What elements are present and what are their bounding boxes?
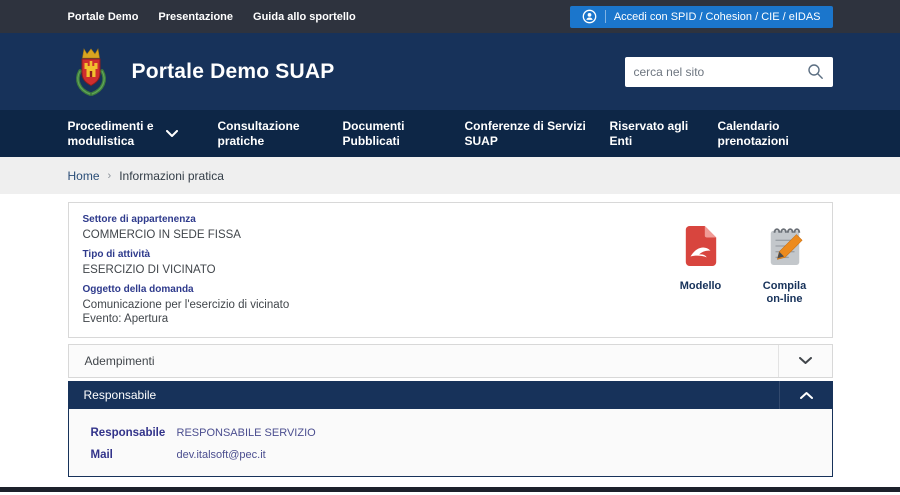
top-utility-bar: Portale Demo Presentazione Guida allo sp…: [0, 0, 900, 33]
topbar-link-guida-allo-sportello[interactable]: Guida allo sportello: [253, 11, 356, 23]
field-label: Tipo di attività: [83, 249, 672, 261]
nav-label: prenotazioni: [718, 134, 789, 149]
detail-value: RESPONSABILE SERVIZIO: [177, 427, 316, 439]
nav-label: Documenti: [343, 119, 405, 134]
modello-label: Modello: [680, 280, 722, 293]
accordion-group: Adempimenti Responsabile Responsabile RE…: [68, 344, 833, 477]
accordion-adempimenti-header[interactable]: Adempimenti: [68, 344, 833, 378]
topbar-link-portale-demo[interactable]: Portale Demo: [68, 11, 139, 23]
button-divider: [605, 10, 606, 23]
field-oggetto-domanda: Oggetto della domanda Comunicazione per …: [83, 284, 672, 326]
field-value: Evento: Apertura: [83, 312, 672, 326]
accordion-responsabile-header[interactable]: Responsabile: [68, 381, 833, 409]
compila-online-button[interactable]: Compila on-line: [756, 224, 814, 306]
topbar-link-presentazione[interactable]: Presentazione: [158, 11, 233, 23]
breadcrumb-bar: Home › Informazioni pratica: [0, 157, 900, 194]
main-navigation: Procedimenti emodulistica Consultazionep…: [0, 110, 900, 157]
accordion-title: Adempimenti: [69, 354, 778, 368]
chevron-down-icon[interactable]: [778, 345, 832, 377]
responsabile-row: Responsabile RESPONSABILE SERVIZIO: [69, 422, 832, 444]
field-settore: Settore di appartenenza COMMERCIO IN SED…: [83, 214, 672, 242]
nav-label: SUAP: [465, 134, 586, 149]
field-value: ESERCIZIO DI VICINATO: [83, 263, 672, 277]
spid-login-label: Accedi con SPID / Cohesion / CIE / eIDAS: [614, 11, 821, 23]
notepad-pencil-icon: [766, 224, 804, 273]
chevron-down-icon: [166, 130, 178, 138]
breadcrumb-home-link[interactable]: Home: [68, 169, 100, 183]
practice-actions: Modello: [672, 214, 818, 326]
main-content: Settore di appartenenza COMMERCIO IN SED…: [68, 194, 833, 477]
site-title: Portale Demo SUAP: [132, 60, 335, 84]
nav-item-riservato-agli-enti[interactable]: Riservato agliEnti: [610, 119, 718, 149]
practice-info-card: Settore di appartenenza COMMERCIO IN SED…: [68, 202, 833, 338]
breadcrumb: Home › Informazioni pratica: [68, 157, 833, 194]
compila-line2: on-line: [766, 293, 802, 305]
modello-download-button[interactable]: Modello: [672, 224, 730, 293]
field-value: COMMERCIO IN SEDE FISSA: [83, 228, 672, 242]
nav-item-conferenze-di-servizi-suap[interactable]: Conferenze di ServiziSUAP: [465, 119, 610, 149]
nav-label: Conferenze di Servizi: [465, 119, 586, 134]
compila-line1: Compila: [763, 280, 806, 292]
field-value: Comunicazione per l'esercizio di vicinat…: [83, 298, 672, 312]
nav-label: Enti: [610, 134, 689, 149]
accordion-title: Responsabile: [68, 388, 779, 402]
spid-icon: [582, 9, 597, 24]
nav-label: Riservato agli: [610, 119, 689, 134]
field-tipo-attivita: Tipo di attività ESERCIZIO DI VICINATO: [83, 249, 672, 277]
pdf-document-icon: [682, 224, 720, 273]
field-label: Settore di appartenenza: [83, 214, 672, 226]
footer-top-edge: [0, 487, 900, 492]
nav-item-procedimenti-e-modulistica[interactable]: Procedimenti emodulistica: [68, 119, 218, 149]
breadcrumb-separator: ›: [108, 170, 112, 182]
nav-item-calendario-prenotazioni[interactable]: Calendarioprenotazioni: [718, 119, 833, 149]
spid-login-button[interactable]: Accedi con SPID / Cohesion / CIE / eIDAS: [570, 6, 833, 28]
field-label: Oggetto della domanda: [83, 284, 672, 296]
chevron-up-icon[interactable]: [779, 381, 833, 409]
municipal-coat-of-arms-logo[interactable]: [68, 45, 114, 99]
mail-row: Mail dev.italsoft@pec.it: [69, 444, 832, 466]
nav-item-documenti-pubblicati[interactable]: DocumentiPubblicati: [343, 119, 465, 149]
nav-label: Procedimenti e: [68, 119, 154, 134]
detail-value: dev.italsoft@pec.it: [177, 449, 266, 461]
compila-online-label: Compila on-line: [763, 280, 806, 306]
site-header: Portale Demo SUAP: [0, 33, 900, 110]
nav-label: pratiche: [218, 134, 300, 149]
page: Portale Demo Presentazione Guida allo sp…: [0, 0, 900, 495]
nav-item-consultazione-pratiche[interactable]: Consultazionepratiche: [218, 119, 343, 149]
responsabile-panel: Responsabile RESPONSABILE SERVIZIO Mail …: [68, 409, 833, 477]
nav-label: modulistica: [68, 134, 154, 149]
detail-label: Mail: [91, 449, 177, 461]
detail-label: Responsabile: [91, 427, 177, 439]
nav-label: Consultazione: [218, 119, 300, 134]
nav-label: Pubblicati: [343, 134, 405, 149]
nav-label: Calendario: [718, 119, 789, 134]
breadcrumb-current: Informazioni pratica: [119, 169, 224, 183]
practice-fields: Settore di appartenenza COMMERCIO IN SED…: [83, 214, 672, 326]
search-input[interactable]: [634, 65, 807, 79]
search-icon[interactable]: [807, 63, 824, 80]
site-search-box: [625, 57, 833, 87]
